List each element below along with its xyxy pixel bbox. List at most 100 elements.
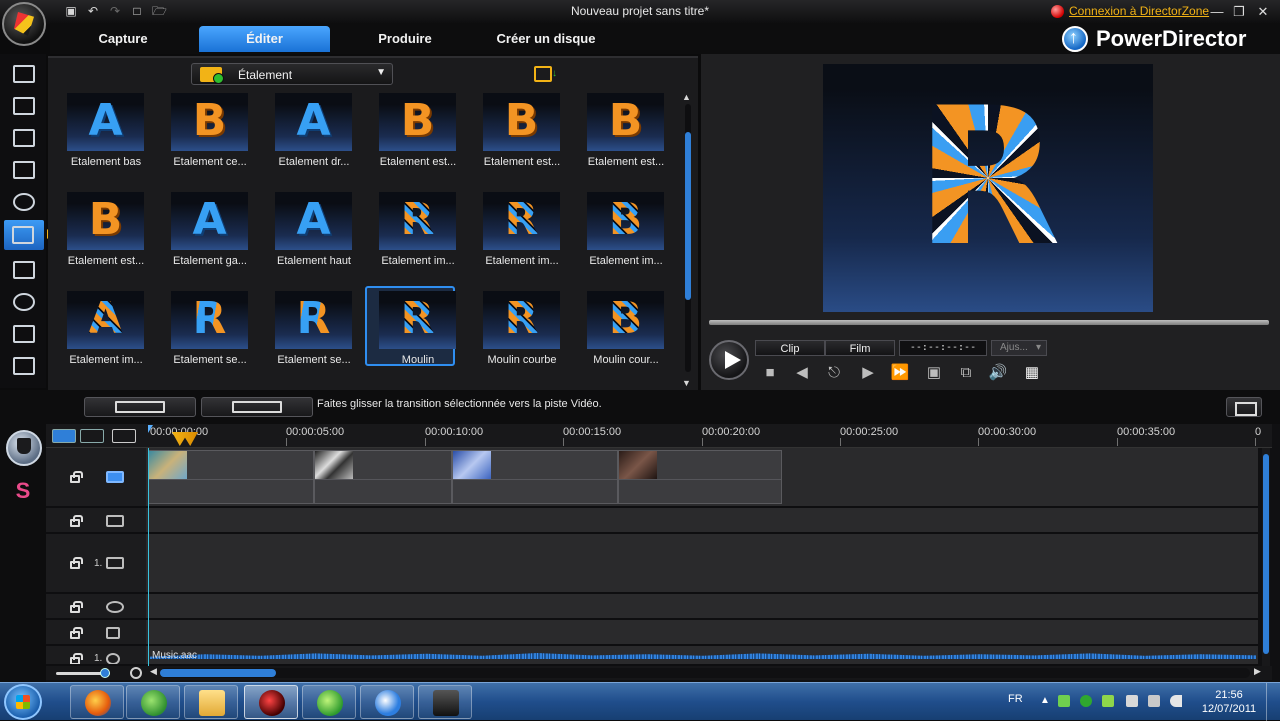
fast-forward-icon[interactable]: ⏩ — [889, 362, 911, 384]
transition-item[interactable]: A Etalement ga... — [152, 191, 248, 275]
play-button[interactable] — [709, 340, 749, 380]
maximize-button[interactable]: ❐ — [1230, 4, 1248, 20]
timecode-field[interactable]: --:--:--:-- — [899, 340, 987, 356]
time-ruler[interactable]: 00:00:00:00 00:00:05:00 00:00:10:00 00:0… — [46, 424, 1272, 448]
pip-room-button[interactable] — [10, 126, 38, 150]
transition-item[interactable]: R Etalement se... — [152, 290, 248, 374]
track-manager-icon[interactable] — [112, 429, 136, 443]
previous-frame-icon[interactable]: ◀ — [791, 362, 813, 384]
voice-over-button[interactable] — [10, 290, 38, 314]
system-clock[interactable]: 21:56 12/07/2011 — [1196, 688, 1262, 716]
transition-item[interactable]: B Moulin cour... — [568, 290, 664, 374]
timeline-horizontal-scrollbar[interactable] — [160, 668, 1250, 678]
film-mode-tab[interactable]: Film — [825, 340, 895, 356]
subtitle-room-button[interactable] — [10, 354, 38, 378]
tab-capture[interactable]: Capture — [70, 26, 176, 52]
scroll-right-icon[interactable]: ▶ — [1254, 666, 1261, 677]
transition-item[interactable]: A Etalement bas — [48, 92, 144, 176]
scroll-up-icon[interactable]: ▲ — [682, 92, 691, 102]
layout-icon[interactable]: ▦ — [1021, 362, 1043, 384]
playhead-handle[interactable] — [148, 425, 158, 433]
download-templates-icon[interactable] — [534, 66, 557, 82]
transition-item[interactable]: B Etalement est... — [360, 92, 456, 176]
stop-icon[interactable]: ■ — [759, 362, 781, 384]
tray-skype-icon[interactable] — [1080, 695, 1092, 707]
transition-item[interactable]: B Etalement im... — [568, 191, 664, 275]
lock-icon[interactable] — [70, 601, 83, 613]
undock-icon[interactable]: ⧉ — [955, 362, 977, 384]
split-icon[interactable]: ⎋ — [823, 362, 845, 384]
fit-dropdown[interactable]: Ajus... — [991, 340, 1047, 356]
transition-room-button[interactable] — [4, 220, 44, 250]
library-scrollbar-thumb[interactable] — [685, 132, 691, 300]
transition-item[interactable]: A Etalement dr... — [256, 92, 352, 176]
transition-item[interactable]: B Etalement est... — [48, 191, 144, 275]
timeline-view-button[interactable] — [52, 429, 76, 443]
tab-produce[interactable]: Produire — [354, 26, 456, 52]
scroll-left-icon[interactable]: ◀ — [150, 666, 157, 677]
video-track[interactable] — [46, 448, 1258, 508]
title-track[interactable] — [46, 594, 1258, 620]
magic-tools-icon[interactable] — [6, 430, 42, 466]
title-room-button[interactable] — [10, 190, 38, 214]
timeline-horizontal-scrollbar-thumb[interactable] — [160, 669, 276, 677]
transition-item[interactable]: B Etalement est... — [464, 92, 560, 176]
volume-icon[interactable]: 🔊 — [987, 362, 1009, 384]
transition-item[interactable]: B Etalement est... — [568, 92, 664, 176]
clip-mode-tab[interactable]: Clip — [755, 340, 825, 356]
tray-app-icon[interactable] — [1058, 695, 1070, 707]
transition-item[interactable]: R Moulin courbe — [464, 290, 560, 374]
taskbar-firefox[interactable] — [70, 685, 124, 719]
fix-enhance-icon[interactable]: S — [10, 478, 36, 504]
tray-flag-icon[interactable] — [1126, 695, 1138, 707]
library-scrollbar[interactable] — [685, 104, 691, 372]
taskbar-explorer[interactable] — [184, 685, 238, 719]
lock-icon[interactable] — [70, 515, 83, 527]
effect-room-button[interactable] — [10, 94, 38, 118]
tray-volume-icon[interactable] — [1170, 695, 1182, 707]
apply-all-transition-button[interactable] — [201, 397, 313, 417]
tray-expand-icon[interactable]: ▲ — [1040, 695, 1052, 707]
storyboard-view-button[interactable] — [80, 429, 104, 443]
audio-mixing-button[interactable] — [10, 258, 38, 282]
video-clip[interactable] — [618, 450, 782, 504]
tab-edit[interactable]: Éditer — [199, 26, 330, 52]
taskbar-users[interactable] — [126, 685, 180, 719]
video-clip[interactable] — [314, 450, 452, 504]
media-room-button[interactable] — [10, 62, 38, 86]
snapshot-icon[interactable]: ▣ — [923, 362, 945, 384]
tray-network-icon[interactable] — [1148, 695, 1160, 707]
transition-item[interactable]: B Etalement ce... — [152, 92, 248, 176]
category-dropdown[interactable]: Étalement ▼ — [191, 63, 393, 85]
particle-room-button[interactable] — [10, 158, 38, 182]
tab-create-disc[interactable]: Créer un disque — [480, 26, 612, 52]
transition-item[interactable]: R Etalement se... — [256, 290, 352, 374]
show-desktop-button[interactable] — [1266, 683, 1280, 721]
preview-seek-bar[interactable] — [709, 320, 1269, 325]
close-button[interactable]: ✕ — [1254, 4, 1272, 20]
music-track[interactable]: 1. Music.aac — [46, 646, 1258, 666]
taskbar-network[interactable] — [302, 685, 356, 719]
tray-security-icon[interactable] — [1102, 695, 1114, 707]
transition-item[interactable]: R Etalement im... — [464, 191, 560, 275]
lock-icon[interactable] — [70, 471, 83, 483]
taskbar-app[interactable] — [360, 685, 414, 719]
transition-item[interactable]: A Etalement haut — [256, 191, 352, 275]
app-logo-icon[interactable] — [2, 2, 46, 46]
timeline-vertical-scrollbar[interactable] — [1262, 448, 1270, 666]
pip-track[interactable]: 1. — [46, 534, 1258, 594]
transition-item[interactable]: R Etalement im... — [360, 191, 456, 275]
lock-icon[interactable] — [70, 557, 83, 569]
taskbar-powerdirector[interactable] — [244, 685, 298, 719]
timeline-vertical-scrollbar-thumb[interactable] — [1263, 454, 1269, 654]
video-clip[interactable] — [452, 450, 618, 504]
taskbar-camera[interactable] — [418, 685, 472, 719]
chapter-room-button[interactable] — [10, 322, 38, 346]
lock-icon[interactable] — [70, 653, 83, 664]
video-clip[interactable] — [148, 450, 314, 504]
minimize-button[interactable]: — — [1208, 4, 1226, 20]
view-toggle-button[interactable] — [1226, 397, 1262, 417]
lock-icon[interactable] — [70, 627, 83, 639]
fit-timeline-icon[interactable] — [130, 667, 142, 679]
voice-track[interactable] — [46, 620, 1258, 646]
